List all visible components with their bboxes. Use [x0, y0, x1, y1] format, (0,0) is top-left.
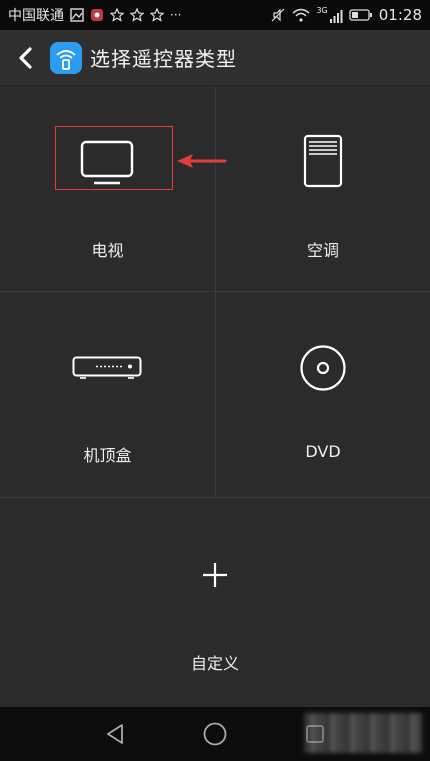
custom-remote-option[interactable]: 自定义	[0, 498, 430, 707]
device-label: 电视	[91, 241, 124, 260]
battery-icon	[349, 8, 373, 22]
device-label: 空调	[306, 241, 339, 260]
device-option-set-top-box[interactable]: 机顶盒	[0, 292, 215, 497]
device-option-air-conditioner[interactable]: 空调	[216, 87, 430, 291]
app-notification-icon	[90, 8, 104, 22]
disc-icon	[300, 345, 346, 391]
star-icon	[110, 8, 124, 22]
signal-icon	[329, 9, 343, 23]
custom-label: 自定义	[190, 654, 239, 673]
device-label: DVD	[305, 442, 341, 461]
watermark-blur	[304, 713, 422, 753]
chevron-left-icon	[19, 46, 32, 69]
overflow-dots: ···	[170, 8, 182, 22]
star-icon	[130, 8, 144, 22]
back-button[interactable]	[0, 30, 50, 86]
nav-back-button[interactable]	[95, 714, 135, 754]
clock: 01:28	[378, 6, 422, 24]
home-circle-icon	[203, 722, 227, 746]
set-top-box-icon	[72, 356, 142, 379]
star-icon	[150, 8, 164, 22]
wifi-icon	[292, 8, 310, 22]
app-header: 选择遥控器类型	[0, 30, 430, 86]
device-label: 机顶盒	[83, 446, 132, 465]
wifi-remote-icon	[50, 41, 82, 74]
silent-icon	[270, 7, 286, 23]
status-bar: 中国联通 ··· 3G 01:28	[0, 0, 430, 30]
plus-icon	[203, 563, 227, 587]
arrow-left-icon	[177, 154, 227, 168]
image-notification-icon	[70, 8, 84, 22]
network-type: 3G	[316, 6, 328, 15]
air-conditioner-icon	[303, 134, 343, 188]
triangle-back-icon	[107, 724, 123, 744]
nav-home-button[interactable]	[195, 714, 235, 754]
page-title: 选择遥控器类型	[90, 47, 237, 71]
carrier-name: 中国联通	[8, 8, 64, 24]
device-option-dvd[interactable]: DVD	[216, 292, 430, 497]
highlight-box	[55, 126, 173, 190]
